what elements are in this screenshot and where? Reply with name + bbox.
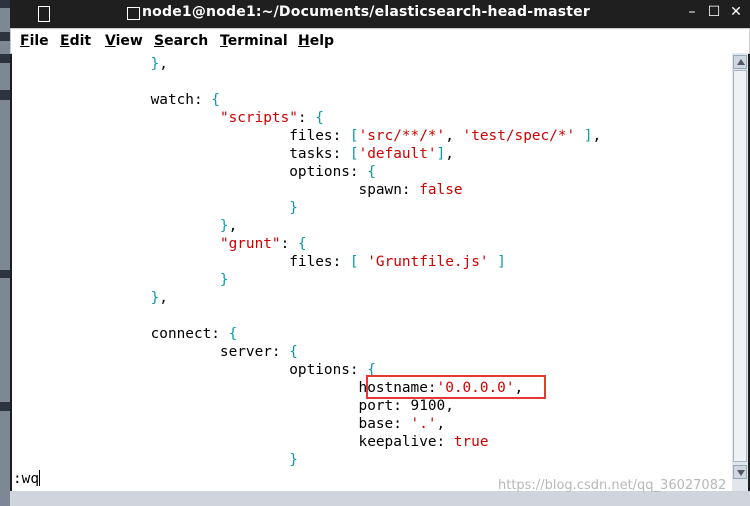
watermark: https://blog.csdn.net/qq_36027082 (498, 478, 727, 493)
code-token: , (592, 128, 602, 144)
code-token: 'src/**/*' (358, 128, 446, 144)
code-token: } (12, 56, 160, 72)
code-token: , (436, 416, 446, 432)
title-bar[interactable]: node1@node1:~/Documents/elasticsearch-he… (10, 0, 750, 28)
code-token: spawn: (12, 182, 420, 198)
code-token: { (289, 344, 298, 360)
code-token: , (228, 218, 238, 234)
code-token: [ (349, 146, 359, 162)
code-token: false (419, 182, 463, 198)
code-token: } (12, 218, 229, 234)
code-line: server: { (12, 343, 298, 361)
code-line: keepalive: true (12, 433, 489, 451)
code-token: { (367, 164, 376, 180)
code-line: tasks: ['default'], (12, 145, 454, 163)
code-token: base: (12, 416, 411, 432)
code-line: base: '.', (12, 415, 446, 433)
command-line[interactable]: :wq (13, 470, 40, 488)
terminal-icon (127, 7, 140, 20)
code-token: 'test/spec/*' (462, 128, 576, 144)
code-token: } (12, 200, 298, 216)
close-button[interactable]: ✕ (729, 5, 743, 19)
code-line: "scripts": { (12, 109, 324, 127)
menu-search[interactable]: Search (154, 33, 208, 49)
menu-edit[interactable]: Edit (60, 33, 91, 49)
code-line: } (12, 271, 229, 289)
code-token: tasks: (12, 146, 350, 162)
code-line: } (12, 451, 298, 469)
vertical-scrollbar[interactable] (732, 53, 748, 491)
menu-terminal[interactable]: Terminal (220, 33, 288, 49)
code-line: } (12, 199, 298, 217)
code-token: { (228, 326, 238, 342)
scrollbar-thumb[interactable] (733, 70, 747, 462)
code-token: [ (349, 254, 359, 270)
menu-help[interactable]: Help (298, 33, 334, 49)
scroll-down-arrow-icon[interactable] (733, 465, 747, 479)
desktop-background (0, 0, 10, 506)
code-token: true (453, 434, 489, 450)
code-line: connect: { (12, 325, 238, 343)
code-token: port: 9100, (12, 398, 454, 414)
code-token: "grunt" (219, 236, 281, 252)
code-token: options: (12, 362, 368, 378)
code-token: server: (12, 344, 290, 360)
code-token: files: (12, 254, 350, 270)
code-token: { (315, 110, 324, 126)
code-line: options: { (12, 163, 376, 181)
code-token: , (445, 146, 454, 162)
code-token: watch: (12, 92, 212, 108)
code-line: files: ['src/**/*', 'test/spec/*' ], (12, 127, 601, 145)
code-line: port: 9100, (12, 397, 454, 415)
code-token: ] (436, 146, 446, 162)
menu-file[interactable]: File (20, 33, 49, 49)
minimize-button[interactable]: – (685, 5, 699, 19)
scroll-up-arrow-icon[interactable] (733, 55, 747, 69)
code-line: files: [ 'Gruntfile.js' ] (12, 253, 506, 271)
code-line: watch: { (12, 91, 220, 109)
taskbar-strip (10, 491, 750, 506)
code-line: options: { (12, 361, 376, 379)
window-title: node1@node1:~/Documents/elasticsearch-he… (142, 4, 590, 20)
code-token: , (159, 290, 168, 306)
menu-bar: File Edit View Search Terminal Help (10, 28, 750, 54)
code-token: connect: (12, 326, 229, 342)
code-token: , (159, 56, 168, 72)
code-token: , (445, 128, 463, 144)
code-token: } (12, 290, 160, 306)
code-token: } (12, 452, 298, 468)
code-line: }, (12, 289, 168, 307)
code-token: '.' (410, 416, 437, 432)
code-token: : (280, 236, 298, 252)
code-token: : (297, 110, 316, 126)
code-token: 'default' (358, 146, 437, 162)
code-line: }, (12, 55, 168, 73)
menu-view[interactable]: View (105, 33, 143, 49)
code-line: "grunt": { (12, 235, 307, 253)
code-token: [ (349, 128, 359, 144)
code-token: "scripts" (219, 110, 298, 126)
code-token: { (297, 236, 307, 252)
maximize-button[interactable]: ☐ (707, 5, 721, 19)
terminal-content[interactable]: } keepalive: true base: '.', port: 9100,… (12, 53, 732, 491)
code-token: } (12, 272, 229, 288)
terminal-window: node1@node1:~/Documents/elasticsearch-he… (10, 0, 750, 506)
code-token: options: (12, 164, 368, 180)
code-token: keepalive: (12, 434, 454, 450)
code-line: }, (12, 217, 237, 235)
code-line: spawn: false (12, 181, 463, 199)
code-token: { (211, 92, 220, 108)
window-menu-icon[interactable] (38, 6, 50, 22)
code-token: ] (488, 254, 506, 270)
code-token: 'Gruntfile.js' (358, 254, 489, 270)
code-token: ] (575, 128, 593, 144)
highlight-box (366, 375, 546, 399)
code-token: files: (12, 128, 350, 144)
text-cursor (39, 470, 40, 486)
